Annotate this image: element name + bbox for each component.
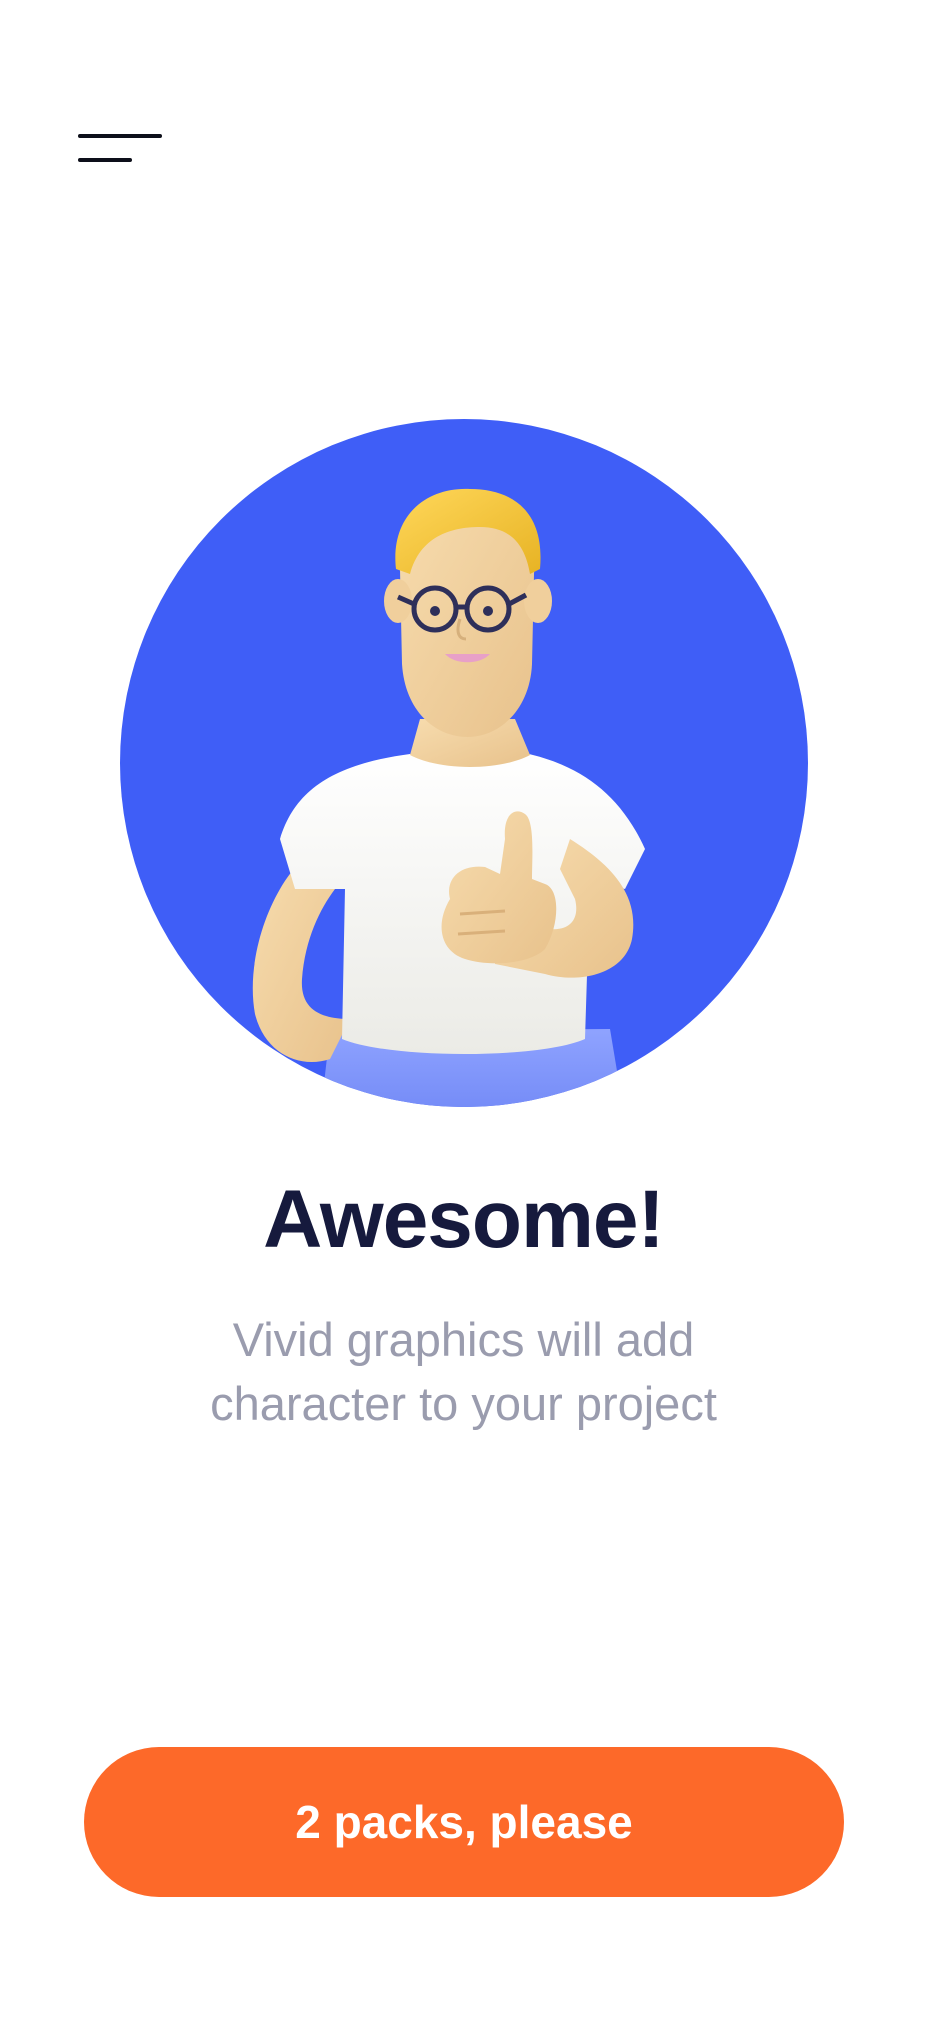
menu-button[interactable] xyxy=(70,122,170,182)
page-subtitle: Vivid graphics will add character to you… xyxy=(210,1313,717,1430)
cta-label: 2 packs, please xyxy=(295,1796,633,1848)
packs-cta-button[interactable]: 2 packs, please xyxy=(84,1747,844,1897)
page-title: Awesome! xyxy=(263,1174,665,1265)
character-illustration xyxy=(120,419,808,1107)
